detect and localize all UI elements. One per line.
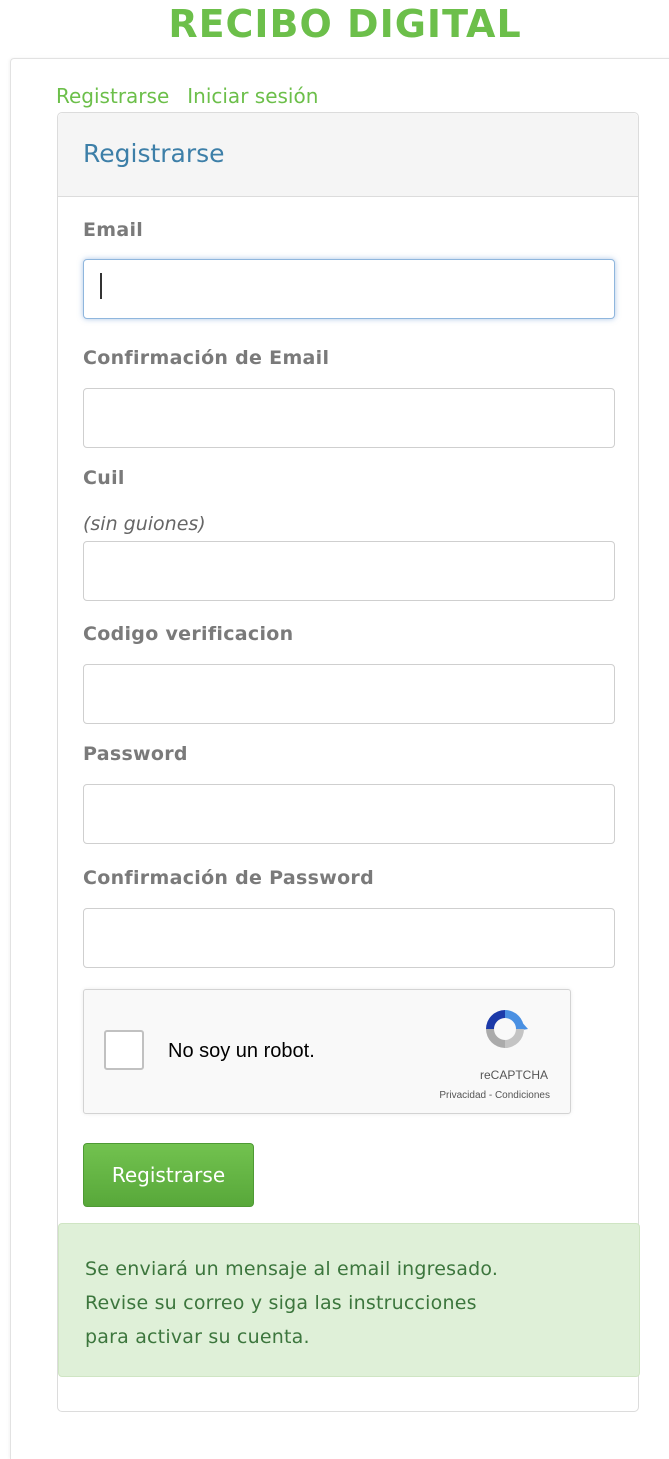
password-confirm-field[interactable]: [83, 908, 615, 968]
email-confirm-label: Confirmación de Email: [83, 347, 330, 369]
alert-line-2: Revise su correo y siga las instruccione…: [85, 1292, 477, 1314]
info-alert: Se enviará un mensaje al email ingresado…: [58, 1223, 640, 1377]
recaptcha-brand: reCAPTCHA: [479, 1068, 548, 1082]
app-title: RECIBO DIGITAL: [168, 2, 522, 46]
recaptcha-icon: [486, 1010, 528, 1048]
cuil-field[interactable]: [83, 541, 615, 601]
verification-code-label: Codigo verificacion: [83, 623, 294, 645]
top-nav: Registrarse Iniciar sesión: [56, 84, 336, 108]
password-field[interactable]: [83, 784, 615, 844]
email-confirm-field[interactable]: [83, 388, 615, 448]
nav-register-link[interactable]: Registrarse: [56, 84, 169, 108]
register-panel: Registrarse Email Confirmación de Email …: [57, 112, 640, 1412]
text-caret: [100, 273, 102, 299]
password-confirm-label: Confirmación de Password: [83, 867, 374, 889]
recaptcha-widget: No soy un robot. reCAPTCHA Privacidad - …: [83, 989, 571, 1114]
recaptcha-checkbox[interactable]: [104, 1030, 144, 1070]
verification-code-field[interactable]: [83, 664, 615, 724]
register-button[interactable]: Registrarse: [83, 1143, 254, 1207]
nav-login-link[interactable]: Iniciar sesión: [187, 84, 318, 108]
recaptcha-label: No soy un robot.: [168, 1040, 315, 1062]
email-label: Email: [83, 219, 144, 241]
alert-line-1: Se enviará un mensaje al email ingresado…: [85, 1258, 499, 1280]
password-label: Password: [83, 743, 188, 765]
recaptcha-links[interactable]: Privacidad - Condiciones: [439, 1090, 550, 1101]
email-field[interactable]: [83, 259, 615, 319]
alert-line-3: para activar su cuenta.: [85, 1326, 310, 1348]
cuil-label: Cuil: [83, 467, 125, 489]
cuil-hint: (sin guiones): [83, 513, 206, 535]
panel-heading: Registrarse: [58, 113, 638, 197]
